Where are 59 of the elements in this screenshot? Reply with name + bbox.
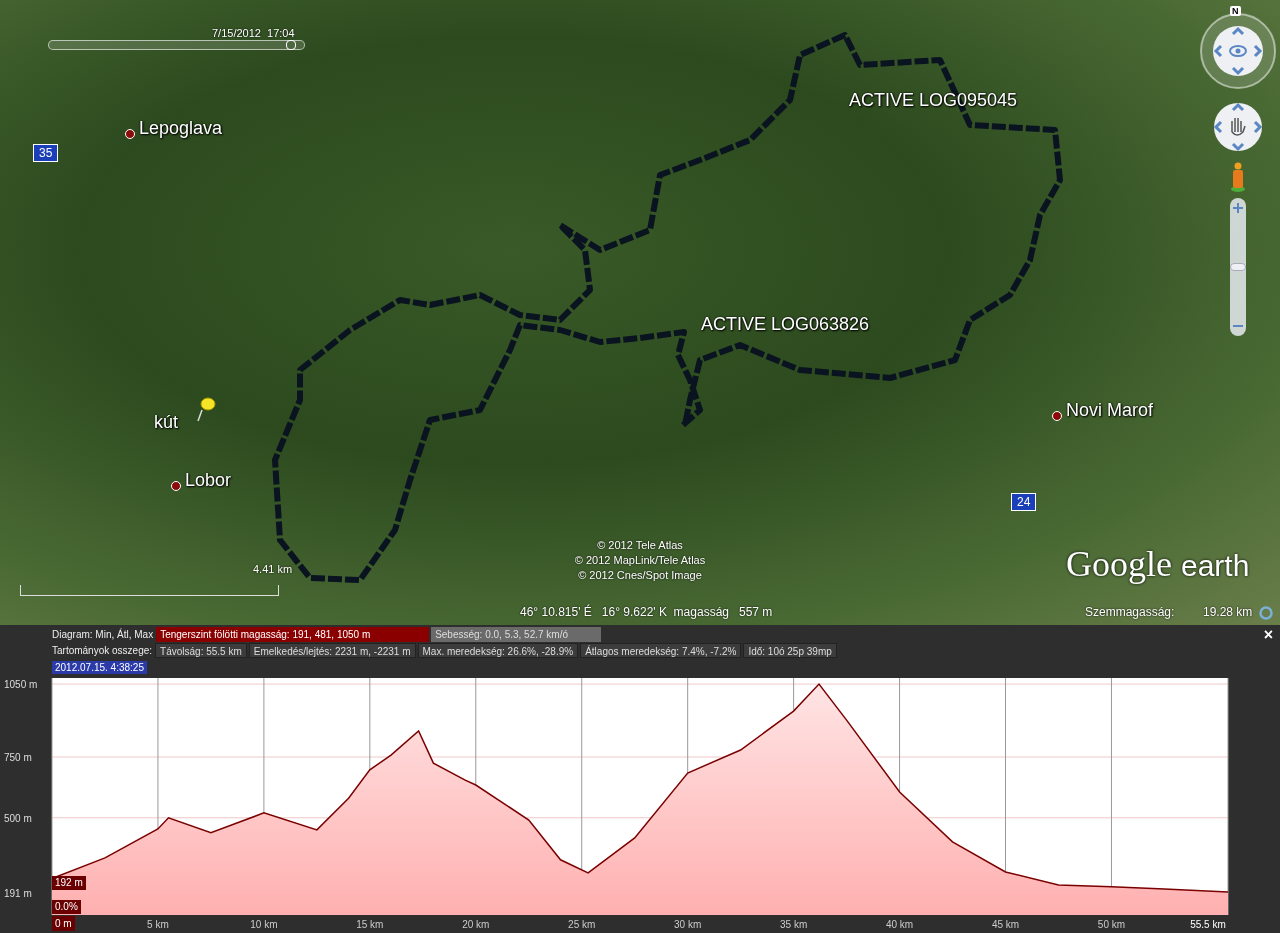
x-axis-label: 10 km	[250, 919, 278, 930]
time-slider[interactable]	[48, 40, 305, 50]
stat-value: Max. meredekség: 26.6%, -28.9%	[417, 643, 579, 658]
y-axis-label: 1050 m	[4, 679, 38, 691]
cursor-time: 2012.07.15. 4:38:25	[52, 661, 147, 674]
x-axis-label: 35 km	[780, 919, 808, 930]
time-slider-thumb[interactable]	[285, 40, 296, 50]
x-axis-label: 20 km	[462, 919, 490, 930]
zoom-in-icon[interactable]	[1230, 200, 1246, 216]
scale-label: 4.41 km	[253, 563, 293, 575]
diagram-toggle[interactable]: Tengerszint fölötti magasság: 191, 481, 1050 m	[156, 627, 430, 642]
eye-altitude-value: 19.28 km	[1203, 605, 1253, 619]
place-label[interactable]: Novi Marof	[1066, 400, 1154, 421]
y-axis-label: 191 m	[4, 887, 32, 899]
place-marker-icon[interactable]	[171, 481, 181, 491]
attribution-text: © 2012 Cnes/Spot Image	[578, 568, 702, 583]
track-label[interactable]: ACTIVE LOG063826	[701, 314, 870, 335]
stat-value: Átlagos meredekség: 7.4%, -7.2%	[580, 643, 742, 658]
place-label[interactable]: Lepoglava	[139, 118, 223, 139]
logo: Google earth	[1066, 543, 1250, 585]
stat-value: Távolság: 55.5 km	[155, 643, 247, 658]
zoom-slider-thumb[interactable]	[1230, 263, 1246, 271]
stat-value: Emelkedés/lejtés: 2231 m, -2231 m	[248, 643, 416, 658]
diagram-toggle[interactable]: Sebesség: 0.0, 5.3, 52.7 km/ó	[431, 627, 602, 642]
x-axis-label: 40 km	[885, 919, 914, 930]
close-button[interactable]: ×	[1261, 627, 1275, 643]
x-axis-label: 0 m	[52, 916, 75, 931]
move-joystick-icon[interactable]	[1213, 102, 1263, 152]
totals-label: Tartományok osszege:	[52, 644, 154, 658]
pushpin-icon[interactable]	[196, 396, 216, 422]
diagram-label: Diagram: Min, Átl, Max	[52, 627, 155, 642]
x-axis-label: 45 km	[991, 919, 1020, 930]
attribution-text: © 2012 Tele Atlas	[597, 538, 683, 553]
person-icon[interactable]	[1228, 162, 1248, 192]
coordinates-readout: 46° 10.815' É 16° 9.622' K magasság 557 m	[520, 605, 773, 619]
y-axis-label: 750 m	[4, 752, 32, 763]
eye-altitude-label: Szemmagasság:	[1085, 605, 1175, 619]
elevation-marker-label: 192 m	[52, 876, 86, 890]
track-label[interactable]: ACTIVE LOG095045	[849, 90, 1018, 111]
x-axis-label: 30 km	[674, 919, 702, 930]
x-axis-label: 50 km	[1097, 919, 1126, 930]
place-marker-icon[interactable]	[125, 129, 135, 139]
zoom-slider[interactable]	[1230, 198, 1246, 336]
slope-marker-label: 0.0%	[52, 900, 81, 914]
look-joystick-icon[interactable]	[1199, 12, 1277, 90]
compass-north-label[interactable]: N	[1230, 6, 1241, 16]
y-axis-label: 500 m	[4, 812, 32, 824]
road-number: 24	[1011, 493, 1037, 511]
road-number: 35	[33, 144, 59, 162]
x-axis-label: 55.5 km	[1190, 919, 1226, 930]
time-label: 7/15/2012 17:04	[212, 27, 295, 39]
place-label[interactable]: Lobor	[185, 470, 232, 491]
attribution-text: © 2012 MapLink/Tele Atlas	[574, 553, 706, 568]
place-marker-icon[interactable]	[1052, 411, 1062, 421]
x-axis-label: 15 km	[356, 919, 384, 930]
x-axis-label: 25 km	[568, 919, 596, 930]
placemark-label[interactable]: kút	[154, 412, 178, 433]
x-axis-label: 5 km	[147, 919, 169, 930]
stat-value: Idő: 10ó 25p 39mp	[743, 643, 837, 658]
